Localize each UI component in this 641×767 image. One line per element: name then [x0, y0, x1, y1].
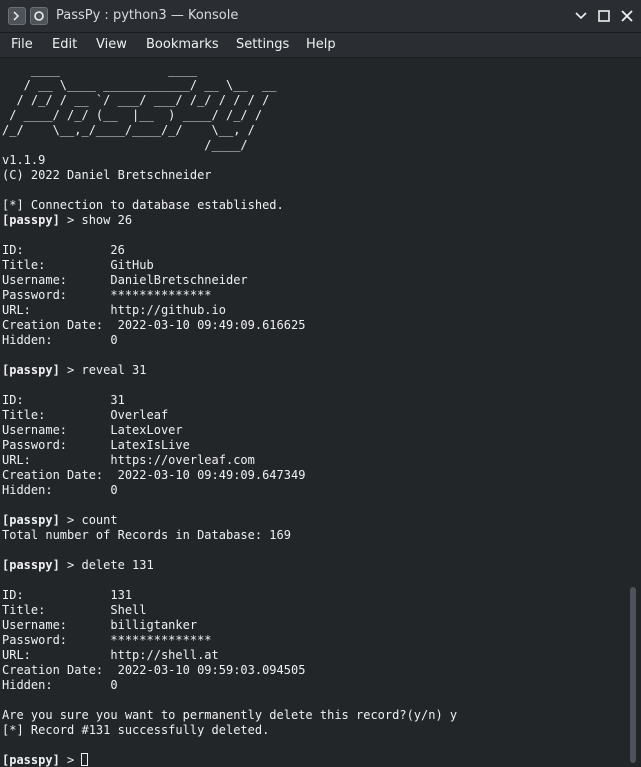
terminal-line: Password: ************** [2, 633, 212, 647]
terminal-line: /_/ \__,_/____/____/_/ \__, / [2, 123, 255, 137]
terminal-line: Total number of Records in Database: 169 [2, 528, 291, 542]
terminal-line: / ____/ /_/ (__ |__ ) ____/ /_/ / [2, 108, 263, 122]
terminal-line: Creation Date: 2022-03-10 09:49:09.61662… [2, 318, 306, 332]
command-text: > reveal 31 [59, 363, 147, 377]
terminal-line: Username: billigtanker [2, 618, 198, 632]
pin-icon[interactable] [30, 7, 48, 25]
terminal-line: Password: LatexIsLive [2, 438, 190, 452]
terminal-line: Username: DanielBretschneider [2, 273, 248, 287]
terminal-line: Are you sure you want to permanently del… [2, 708, 458, 722]
terminal-line: /____/ [2, 138, 248, 152]
menu-bookmarks[interactable]: Bookmarks [146, 37, 219, 52]
window-title: PassPy : python3 — Konsole [56, 8, 239, 23]
command-text: > [59, 753, 82, 767]
terminal-line: ID: 31 [2, 393, 125, 407]
terminal-view[interactable]: ____ ____ / __ \____ ____________/ __ \_… [0, 58, 641, 767]
command-text: > show 26 [59, 213, 133, 227]
terminal-app-icon[interactable] [8, 7, 26, 25]
terminal-line: [*] Record #131 successfully deleted. [2, 723, 270, 737]
command-text: > delete 131 [59, 558, 154, 572]
terminal-line: Username: LatexLover [2, 423, 183, 437]
terminal-line: [passpy] > reveal 31 [2, 363, 457, 378]
command-text: > count [59, 513, 118, 527]
terminal-line: [passpy] > delete 131 [2, 558, 457, 573]
prompt-label: [passpy] [2, 513, 60, 527]
close-icon [621, 10, 633, 22]
terminal-output: ____ ____ / __ \____ ____________/ __ \_… [2, 63, 457, 767]
terminal-line: / /_/ / __ `/ ___/ ___/ /_/ / / / / [2, 93, 270, 107]
terminal-line: ____ ____ [2, 63, 198, 77]
scrollbar-thumb[interactable] [630, 587, 636, 763]
terminal-line: Password: ************** [2, 288, 212, 302]
text-cursor [81, 753, 89, 766]
maximize-icon [598, 10, 610, 22]
scrollbar[interactable] [630, 58, 636, 763]
menu-settings[interactable]: Settings [236, 37, 289, 52]
prompt-label: [passpy] [2, 213, 60, 227]
terminal-line: ID: 26 [2, 243, 125, 257]
menu-edit[interactable]: Edit [52, 37, 77, 52]
terminal-line: Title: GitHub [2, 258, 154, 272]
terminal-line: Title: Shell [2, 603, 147, 617]
terminal-line: URL: https://overleaf.com [2, 453, 255, 467]
terminal-line: [passpy] > show 26 [2, 213, 457, 228]
close-button[interactable] [618, 7, 636, 25]
prompt-label: [passpy] [2, 363, 60, 377]
terminal-line: URL: http://shell.at [2, 648, 219, 662]
terminal-line: [*] Connection to database established. [2, 198, 284, 212]
terminal-line: [passpy] > [2, 753, 457, 767]
menu-help[interactable]: Help [306, 37, 336, 52]
chevron-down-icon [575, 12, 587, 20]
menu-file[interactable]: File [11, 37, 33, 52]
terminal-line: Hidden: 0 [2, 483, 118, 497]
terminal-line: v1.1.9 [2, 153, 46, 167]
window-titlebar[interactable]: PassPy : python3 — Konsole [0, 0, 641, 33]
terminal-line: (C) 2022 Daniel Bretschneider [2, 168, 212, 182]
prompt-label: [passpy] [2, 558, 60, 572]
terminal-line: Hidden: 0 [2, 678, 118, 692]
terminal-line: Creation Date: 2022-03-10 09:49:09.64734… [2, 468, 306, 482]
terminal-line: Creation Date: 2022-03-10 09:59:03.09450… [2, 663, 306, 677]
menu-view[interactable]: View [96, 37, 127, 52]
terminal-line: / __ \____ ____________/ __ \__ __ [2, 78, 277, 92]
terminal-line: ID: 131 [2, 588, 133, 602]
prompt-label: [passpy] [2, 753, 60, 767]
terminal-line: Hidden: 0 [2, 333, 118, 347]
minimize-button[interactable] [572, 7, 590, 25]
maximize-button[interactable] [595, 7, 613, 25]
terminal-line: [passpy] > count [2, 513, 457, 528]
menu-bar: File Edit View Bookmarks Settings Help [0, 33, 641, 58]
terminal-line: URL: http://github.io [2, 303, 226, 317]
terminal-line: Title: Overleaf [2, 408, 169, 422]
